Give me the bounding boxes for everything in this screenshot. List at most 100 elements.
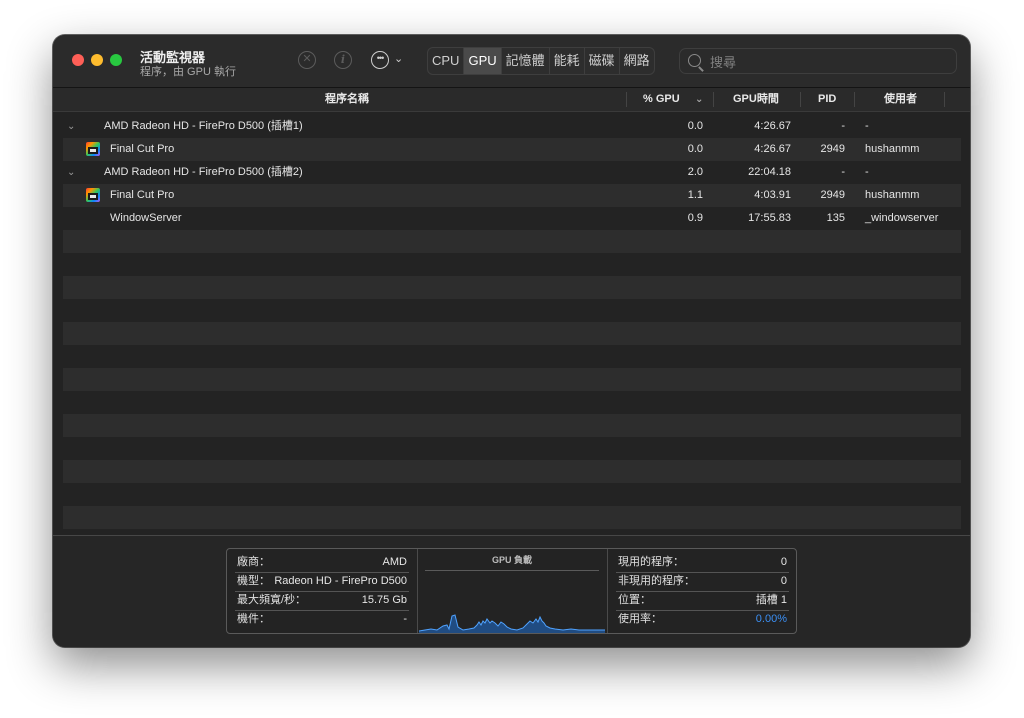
- header-gpu-time[interactable]: GPU時間: [733, 88, 779, 111]
- bandwidth-label: 最大頻寬/秒：: [237, 594, 307, 606]
- table-row[interactable]: Final Cut Pro 1.1 4:03.91 2949 hushanmm: [63, 184, 961, 207]
- sort-chevron-icon[interactable]: ⌄: [695, 88, 703, 111]
- final-cut-pro-icon: [86, 142, 100, 156]
- user-cell: -: [865, 166, 869, 178]
- chevron-down-icon[interactable]: ⌄: [394, 52, 403, 65]
- empty-row: [63, 322, 961, 345]
- search-field[interactable]: [679, 48, 957, 74]
- user-cell: hushanmm: [865, 189, 920, 201]
- minimize-window-button[interactable]: [91, 54, 103, 66]
- gpu-time-cell: 4:26.67: [754, 120, 791, 132]
- vendor-row: 廠商： AMD: [235, 553, 409, 573]
- utilization-label: 使用率：: [618, 613, 662, 625]
- gpu-spec-list: 廠商： AMD 機型： Radeon HD - FirePro D500 最大頻…: [227, 549, 418, 633]
- x-circle-icon[interactable]: ✕: [298, 51, 316, 69]
- activity-monitor-window: 活動監視器 程序，由 GPU 執行 ✕ i ••• ⌄ CPU GPU 記憶體 …: [53, 35, 970, 647]
- gpu-group-name: AMD Radeon HD - FirePro D500 (插槽1): [104, 120, 303, 132]
- gpu-info-area: 廠商： AMD 機型： Radeon HD - FirePro D500 最大頻…: [53, 535, 970, 647]
- utilization-value: 0.00%: [755, 613, 787, 625]
- column-divider[interactable]: [713, 92, 714, 107]
- empty-row: [63, 414, 961, 437]
- utilization-row: 使用率： 0.00%: [616, 610, 789, 629]
- disclosure-chevron-icon[interactable]: ⌄: [67, 161, 75, 184]
- gpu-info-panel: 廠商： AMD 機型： Radeon HD - FirePro D500 最大頻…: [226, 548, 797, 634]
- header-process-name[interactable]: 程序名稱: [325, 88, 369, 111]
- active-processes-label: 現用的程序：: [618, 556, 684, 568]
- active-processes-row: 現用的程序： 0: [616, 553, 789, 573]
- gpu-time-cell: 4:03.91: [754, 189, 791, 201]
- chart-divider: [425, 570, 599, 571]
- model-value: Radeon HD - FirePro D500: [274, 575, 407, 587]
- toolbar: 活動監視器 程序，由 GPU 執行 ✕ i ••• ⌄ CPU GPU 記憶體 …: [53, 35, 970, 88]
- column-divider[interactable]: [800, 92, 801, 107]
- gpu-percent-cell: 0.9: [687, 212, 703, 224]
- search-icon: [688, 54, 701, 67]
- gpu-time-cell: 4:26.67: [754, 143, 791, 155]
- process-name-cell: WindowServer: [110, 212, 182, 224]
- gpu-load-title: GPU 負載: [491, 555, 532, 565]
- bandwidth-row: 最大頻寬/秒： 15.75 Gb: [235, 591, 409, 611]
- user-cell: _windowserver: [865, 212, 939, 224]
- component-row: 機件： -: [235, 610, 409, 629]
- tab-gpu[interactable]: GPU: [464, 48, 502, 74]
- bandwidth-value: 15.75 Gb: [361, 594, 407, 606]
- tab-network[interactable]: 網路: [620, 48, 654, 74]
- inactive-processes-label: 非現用的程序：: [618, 575, 695, 587]
- info-circle-icon[interactable]: i: [334, 51, 352, 69]
- table-row-group[interactable]: ⌄ AMD Radeon HD - FirePro D500 (插槽1) 0.0…: [63, 115, 961, 138]
- gpu-load-sparkline: [419, 614, 605, 633]
- gpu-group-name: AMD Radeon HD - FirePro D500 (插槽2): [104, 166, 303, 178]
- table-row[interactable]: Final Cut Pro 0.0 4:26.67 2949 hushanmm: [63, 138, 961, 161]
- process-name-cell: Final Cut Pro: [110, 189, 175, 201]
- active-processes-value: 0: [780, 556, 787, 568]
- vendor-value: AMD: [382, 556, 407, 568]
- tab-memory[interactable]: 記憶體: [502, 48, 550, 74]
- pid-cell: 2949: [820, 189, 845, 201]
- pid-cell: -: [841, 120, 845, 132]
- model-label: 機型：: [237, 575, 270, 587]
- vendor-label: 廠商：: [237, 556, 270, 568]
- header-user[interactable]: 使用者: [884, 88, 917, 111]
- location-label: 位置：: [618, 594, 651, 606]
- tab-disk[interactable]: 磁碟: [585, 48, 620, 74]
- zoom-window-button[interactable]: [110, 54, 122, 66]
- inactive-processes-row: 非現用的程序： 0: [616, 572, 789, 592]
- tab-energy[interactable]: 能耗: [550, 48, 585, 74]
- table-row-group[interactable]: ⌄ AMD Radeon HD - FirePro D500 (插槽2) 2.0…: [63, 161, 961, 184]
- search-input[interactable]: [708, 52, 952, 72]
- column-divider[interactable]: [854, 92, 855, 107]
- empty-row: [63, 460, 961, 483]
- process-name-cell: Final Cut Pro: [110, 143, 175, 155]
- user-cell: hushanmm: [865, 143, 920, 155]
- empty-row: [63, 368, 961, 391]
- category-tabs: CPU GPU 記憶體 能耗 磁碟 網路: [427, 47, 655, 75]
- table-header: 程序名稱 % GPU ⌄ GPU時間 PID 使用者: [53, 88, 970, 112]
- gpu-percent-cell: 0.0: [687, 120, 703, 132]
- component-value: -: [403, 613, 407, 625]
- gpu-time-cell: 22:04.18: [748, 166, 791, 178]
- window-subtitle: 程序，由 GPU 執行: [140, 66, 236, 78]
- gpu-load-graph: GPU 負載: [417, 549, 607, 633]
- user-cell: -: [865, 120, 869, 132]
- empty-row: [63, 276, 961, 299]
- gpu-time-cell: 17:55.83: [748, 212, 791, 224]
- column-divider[interactable]: [944, 92, 945, 107]
- location-value: 插槽 1: [755, 594, 787, 606]
- empty-row: [63, 230, 961, 253]
- close-window-button[interactable]: [72, 54, 84, 66]
- model-row: 機型： Radeon HD - FirePro D500: [235, 572, 409, 592]
- disclosure-chevron-icon[interactable]: ⌄: [67, 115, 75, 138]
- ellipsis-circle-icon[interactable]: •••: [371, 51, 389, 69]
- empty-row: [63, 506, 961, 529]
- header-pid[interactable]: PID: [818, 88, 836, 111]
- table-row[interactable]: WindowServer 0.9 17:55.83 135 _windowser…: [63, 207, 961, 230]
- final-cut-pro-icon: [86, 188, 100, 202]
- gpu-percent-cell: 1.1: [687, 189, 703, 201]
- tab-cpu[interactable]: CPU: [428, 48, 465, 74]
- gpu-percent-cell: 0.0: [687, 143, 703, 155]
- column-divider[interactable]: [626, 92, 627, 107]
- component-label: 機件：: [237, 613, 270, 625]
- header-gpu-percent[interactable]: % GPU: [643, 88, 680, 111]
- gpu-percent-cell: 2.0: [687, 166, 703, 178]
- location-row: 位置： 插槽 1: [616, 591, 789, 611]
